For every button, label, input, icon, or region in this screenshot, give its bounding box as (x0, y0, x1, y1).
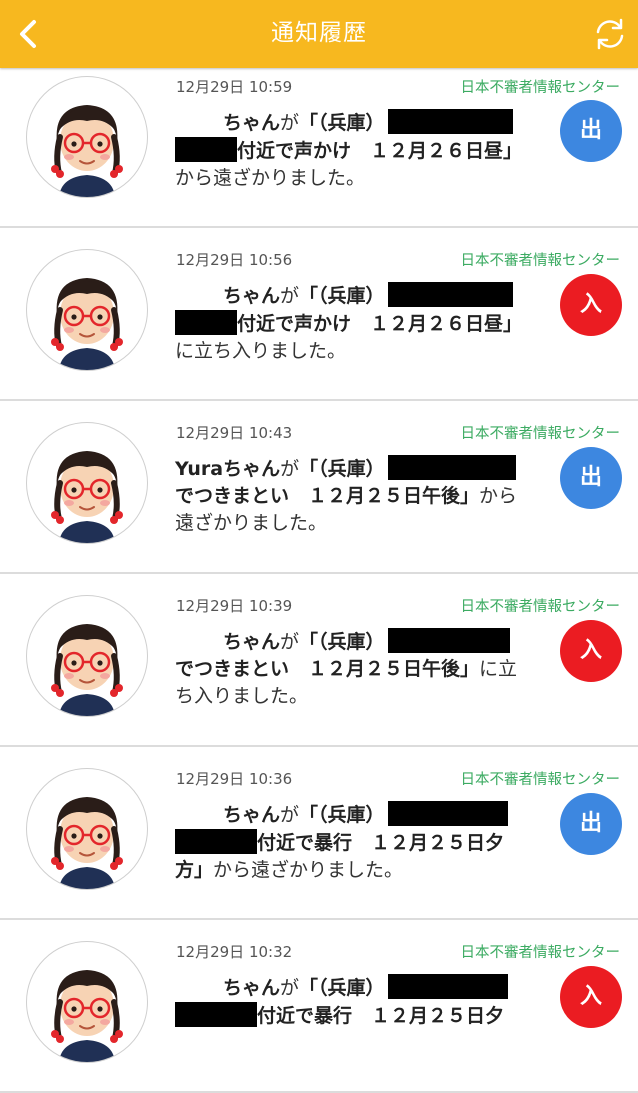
child-name: ちゃん (223, 631, 281, 653)
notification-time: 12月29日 10:39 (176, 597, 293, 615)
child-name: ちゃん (223, 804, 281, 826)
notification-message: ちゃんが「（兵庫） でつきまとい １２月２５日午後」に立 ち入りました。 (175, 628, 545, 710)
avatar (26, 422, 148, 544)
redacted-block (387, 282, 513, 307)
notification-source: 日本不審者情報センター (460, 772, 621, 788)
avatar (26, 595, 148, 717)
notification-time: 12月29日 10:32 (176, 943, 293, 961)
notification-message: ちゃんが「（兵庫） 付近で暴行 １２月２５日夕 (175, 974, 545, 1030)
redacted-block (387, 628, 510, 653)
notification-source: 日本不審者情報センター (460, 599, 621, 615)
notification-item[interactable]: 12月29日 10:43 日本不審者情報センター Yuraちゃんが「（兵庫） で… (0, 401, 638, 574)
child-name: ちゃん (223, 977, 281, 999)
redacted-block (175, 310, 237, 335)
notification-message: Yuraちゃんが「（兵庫） でつきまとい １２月２５日午後」から 遠ざかりました… (175, 455, 545, 537)
redacted-block (387, 455, 516, 480)
notification-source: 日本不審者情報センター (460, 945, 621, 961)
enter-badge: 入 (560, 966, 622, 1028)
app-header: 通知履歴 (0, 0, 638, 68)
page-title: 通知履歴 (271, 20, 367, 46)
redacted-block (175, 137, 237, 162)
redacted-block (387, 974, 508, 999)
notification-time: 12月29日 10:36 (176, 770, 293, 788)
notification-item[interactable]: 12月29日 10:36 日本不審者情報センター ちゃんが「（兵庫） 付近で暴行… (0, 747, 638, 920)
child-name: ちゃん (223, 285, 281, 307)
notification-message: ちゃんが「（兵庫） 付近で暴行 １２月２５日夕 方」から遠ざかりました。 (175, 801, 545, 884)
exit-badge: 出 (560, 447, 622, 509)
avatar (26, 249, 148, 371)
redacted-block (175, 829, 257, 854)
notification-time: 12月29日 10:43 (176, 424, 293, 442)
redacted-block (175, 1002, 257, 1027)
notification-item[interactable]: 12月29日 10:39 日本不審者情報センター ちゃんが「（兵庫） でつきまと… (0, 574, 638, 747)
notification-source: 日本不審者情報センター (460, 80, 621, 96)
notification-source: 日本不審者情報センター (460, 426, 621, 442)
child-name: ちゃん (223, 112, 281, 134)
notification-item[interactable]: 12月29日 10:56 日本不審者情報センター ちゃんが「（兵庫） 付近で声か… (0, 228, 638, 401)
notification-message: ちゃんが「（兵庫） 付近で声かけ １２月２６日昼」 に立ち入りました。 (175, 282, 545, 365)
avatar (26, 768, 148, 890)
notification-item[interactable]: 12月29日 10:32 日本不審者情報センター ちゃんが「（兵庫） 付近で暴行… (0, 920, 638, 1093)
notification-item[interactable]: 12月29日 10:59 日本不審者情報センター ちゃんが「（兵庫） 付近で声か… (0, 68, 638, 228)
redacted-block (387, 801, 508, 826)
avatar (26, 76, 148, 198)
avatar (26, 941, 148, 1063)
notification-source: 日本不審者情報センター (460, 253, 621, 269)
refresh-button[interactable] (588, 12, 632, 56)
notification-list: 12月29日 10:59 日本不審者情報センター ちゃんが「（兵庫） 付近で声か… (0, 68, 638, 1093)
enter-badge: 入 (560, 620, 622, 682)
notification-time: 12月29日 10:59 (176, 78, 293, 96)
redacted-block (387, 109, 513, 134)
notification-time: 12月29日 10:56 (176, 251, 293, 269)
exit-badge: 出 (560, 100, 622, 162)
refresh-icon (596, 18, 624, 50)
enter-badge: 入 (560, 274, 622, 336)
notification-message: ちゃんが「（兵庫） 付近で声かけ １２月２６日昼」 から遠ざかりました。 (175, 109, 545, 192)
child-name: Yuraちゃん (175, 458, 281, 480)
exit-badge: 出 (560, 793, 622, 855)
